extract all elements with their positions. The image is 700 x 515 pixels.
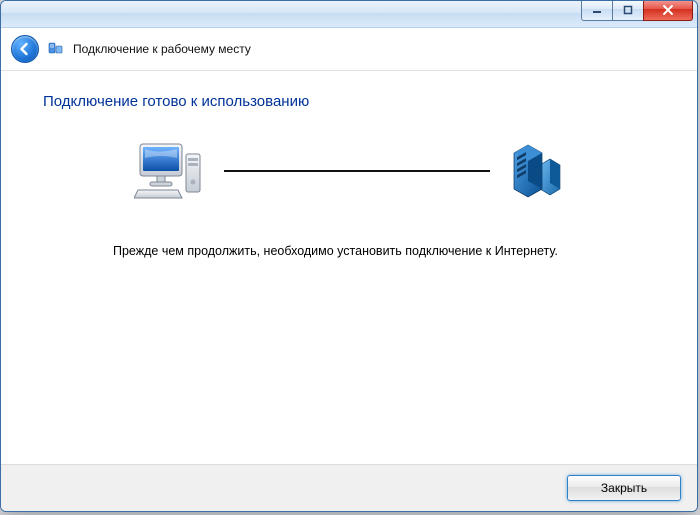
wizard-body: Подключение готово к использованию	[1, 71, 697, 465]
window-close-button[interactable]	[643, 0, 693, 21]
server-icon	[510, 143, 564, 199]
maximize-button[interactable]	[612, 0, 644, 21]
back-button[interactable]	[11, 35, 39, 63]
wizard-window: Подключение к рабочему месту Подключение…	[0, 0, 698, 512]
back-arrow-icon	[17, 41, 33, 57]
page-heading: Подключение готово к использованию	[43, 93, 655, 110]
connection-line	[224, 170, 490, 172]
minimize-button[interactable]	[581, 0, 613, 21]
network-place-icon	[47, 40, 65, 58]
instruction-text: Прежде чем продолжить, необходимо устано…	[113, 242, 615, 261]
window-controls	[582, 0, 693, 21]
close-button[interactable]: Закрыть	[567, 475, 681, 501]
header-bar: Подключение к рабочему месту	[1, 28, 697, 71]
close-button-label: Закрыть	[601, 481, 647, 495]
computer-icon	[134, 140, 204, 202]
footer-bar: Закрыть	[1, 464, 697, 511]
titlebar	[1, 1, 697, 28]
header-title: Подключение к рабочему месту	[73, 42, 251, 56]
connection-diagram	[134, 140, 564, 202]
